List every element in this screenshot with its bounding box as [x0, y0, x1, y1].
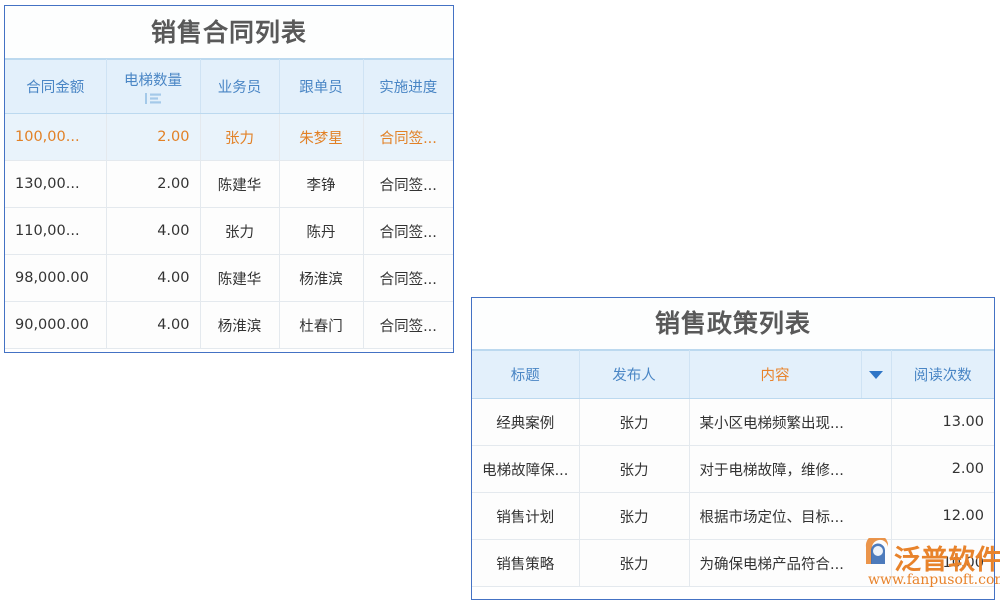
cell-salesperson[interactable]: 陈建华 — [200, 255, 279, 302]
cell-salesperson[interactable]: 张力 — [200, 208, 279, 255]
cell-follower[interactable]: 朱梦星 — [279, 114, 363, 161]
cell-salesperson[interactable]: 杨淮滨 — [200, 302, 279, 349]
column-header-follower-label: 跟单员 — [299, 80, 343, 96]
screenshot-canvas: 销售合同列表 合同金额 电梯数量 — [0, 0, 1000, 600]
cell-progress[interactable]: 合同签... — [363, 161, 453, 208]
cell-read-count[interactable]: 10.00 — [891, 540, 994, 587]
sales-policy-list-panel: 销售政策列表 标题 发布人 内容 — [471, 297, 995, 600]
cell-content[interactable]: 为确保电梯产品符合... — [689, 540, 891, 587]
table-row[interactable]: 经典案例张力某小区电梯频繁出现...13.00 — [472, 399, 994, 446]
column-header-progress-label: 实施进度 — [379, 80, 437, 96]
contract-table-header-row: 合同金额 电梯数量 业务员 — [5, 60, 453, 114]
table-row[interactable]: 销售策略张力为确保电梯产品符合...10.00 — [472, 540, 994, 587]
cell-elevator-qty[interactable]: 4.00 — [106, 208, 200, 255]
cell-salesperson[interactable]: 张力 — [200, 114, 279, 161]
cell-progress[interactable]: 合同签... — [363, 114, 453, 161]
cell-elevator-qty[interactable]: 2.00 — [106, 161, 200, 208]
policy-panel-title: 销售政策列表 — [472, 298, 994, 350]
cell-read-count[interactable]: 13.00 — [891, 399, 994, 446]
column-header-content[interactable]: 内容 — [689, 351, 861, 399]
column-header-follower[interactable]: 跟单员 — [279, 60, 363, 114]
cell-read-count[interactable]: 12.00 — [891, 493, 994, 540]
cell-elevator-qty[interactable]: 4.00 — [106, 255, 200, 302]
contract-table: 合同金额 电梯数量 业务员 — [5, 59, 453, 349]
chevron-down-icon[interactable] — [869, 371, 883, 379]
cell-contract-amount[interactable]: 98,000.00 — [5, 255, 106, 302]
table-row[interactable]: 130,00...2.00陈建华李铮合同签... — [5, 161, 453, 208]
cell-publisher[interactable]: 张力 — [579, 446, 689, 493]
policy-table-header-row: 标题 发布人 内容 阅读次数 — [472, 351, 994, 399]
cell-progress[interactable]: 合同签... — [363, 302, 453, 349]
table-row[interactable]: 110,00...4.00张力陈丹合同签... — [5, 208, 453, 255]
sort-indicator-icon — [145, 93, 162, 104]
table-row[interactable]: 100,00...2.00张力朱梦星合同签... — [5, 114, 453, 161]
cell-elevator-qty[interactable]: 4.00 — [106, 302, 200, 349]
column-header-publisher-label: 发布人 — [612, 368, 656, 384]
cell-policy-title[interactable]: 销售策略 — [472, 540, 579, 587]
cell-elevator-qty[interactable]: 2.00 — [106, 114, 200, 161]
cell-read-count[interactable]: 2.00 — [891, 446, 994, 493]
column-header-salesperson[interactable]: 业务员 — [200, 60, 279, 114]
table-row[interactable]: 电梯故障保...张力对于电梯故障，维修...2.00 — [472, 446, 994, 493]
column-header-policy-title[interactable]: 标题 — [472, 351, 579, 399]
column-header-amount[interactable]: 合同金额 — [5, 60, 106, 114]
cell-publisher[interactable]: 张力 — [579, 540, 689, 587]
column-header-salesperson-label: 业务员 — [218, 80, 262, 96]
cell-follower[interactable]: 李铮 — [279, 161, 363, 208]
cell-policy-title[interactable]: 经典案例 — [472, 399, 579, 446]
cell-follower[interactable]: 陈丹 — [279, 208, 363, 255]
column-header-read-count-label: 阅读次数 — [914, 368, 972, 384]
cell-content[interactable]: 对于电梯故障，维修... — [689, 446, 891, 493]
cell-salesperson[interactable]: 陈建华 — [200, 161, 279, 208]
cell-follower[interactable]: 杜春门 — [279, 302, 363, 349]
cell-progress[interactable]: 合同签... — [363, 255, 453, 302]
cell-publisher[interactable]: 张力 — [579, 493, 689, 540]
cell-follower[interactable]: 杨淮滨 — [279, 255, 363, 302]
column-header-amount-label: 合同金额 — [26, 80, 84, 96]
cell-contract-amount[interactable]: 130,00... — [5, 161, 106, 208]
contract-panel-title: 销售合同列表 — [5, 6, 453, 59]
cell-publisher[interactable]: 张力 — [579, 399, 689, 446]
column-header-read-count[interactable]: 阅读次数 — [891, 351, 994, 399]
cell-contract-amount[interactable]: 110,00... — [5, 208, 106, 255]
column-header-filter-dropdown[interactable] — [861, 351, 891, 399]
table-row[interactable]: 98,000.004.00陈建华杨淮滨合同签... — [5, 255, 453, 302]
cell-content[interactable]: 根据市场定位、目标... — [689, 493, 891, 540]
column-header-elevator-qty[interactable]: 电梯数量 — [106, 60, 200, 114]
table-row[interactable]: 销售计划张力根据市场定位、目标...12.00 — [472, 493, 994, 540]
table-row[interactable]: 90,000.004.00杨淮滨杜春门合同签... — [5, 302, 453, 349]
column-header-elevator-qty-label: 电梯数量 — [124, 73, 182, 89]
cell-policy-title[interactable]: 电梯故障保... — [472, 446, 579, 493]
cell-policy-title[interactable]: 销售计划 — [472, 493, 579, 540]
cell-content[interactable]: 某小区电梯频繁出现... — [689, 399, 891, 446]
policy-table: 标题 发布人 内容 阅读次数 经典案例张力某小区电梯频繁出现 — [472, 350, 994, 587]
column-header-policy-title-label: 标题 — [511, 368, 540, 384]
column-header-content-label: 内容 — [761, 368, 790, 384]
column-header-publisher[interactable]: 发布人 — [579, 351, 689, 399]
sales-contract-list-panel: 销售合同列表 合同金额 电梯数量 — [4, 5, 454, 353]
cell-contract-amount[interactable]: 100,00... — [5, 114, 106, 161]
cell-contract-amount[interactable]: 90,000.00 — [5, 302, 106, 349]
cell-progress[interactable]: 合同签... — [363, 208, 453, 255]
column-header-progress[interactable]: 实施进度 — [363, 60, 453, 114]
